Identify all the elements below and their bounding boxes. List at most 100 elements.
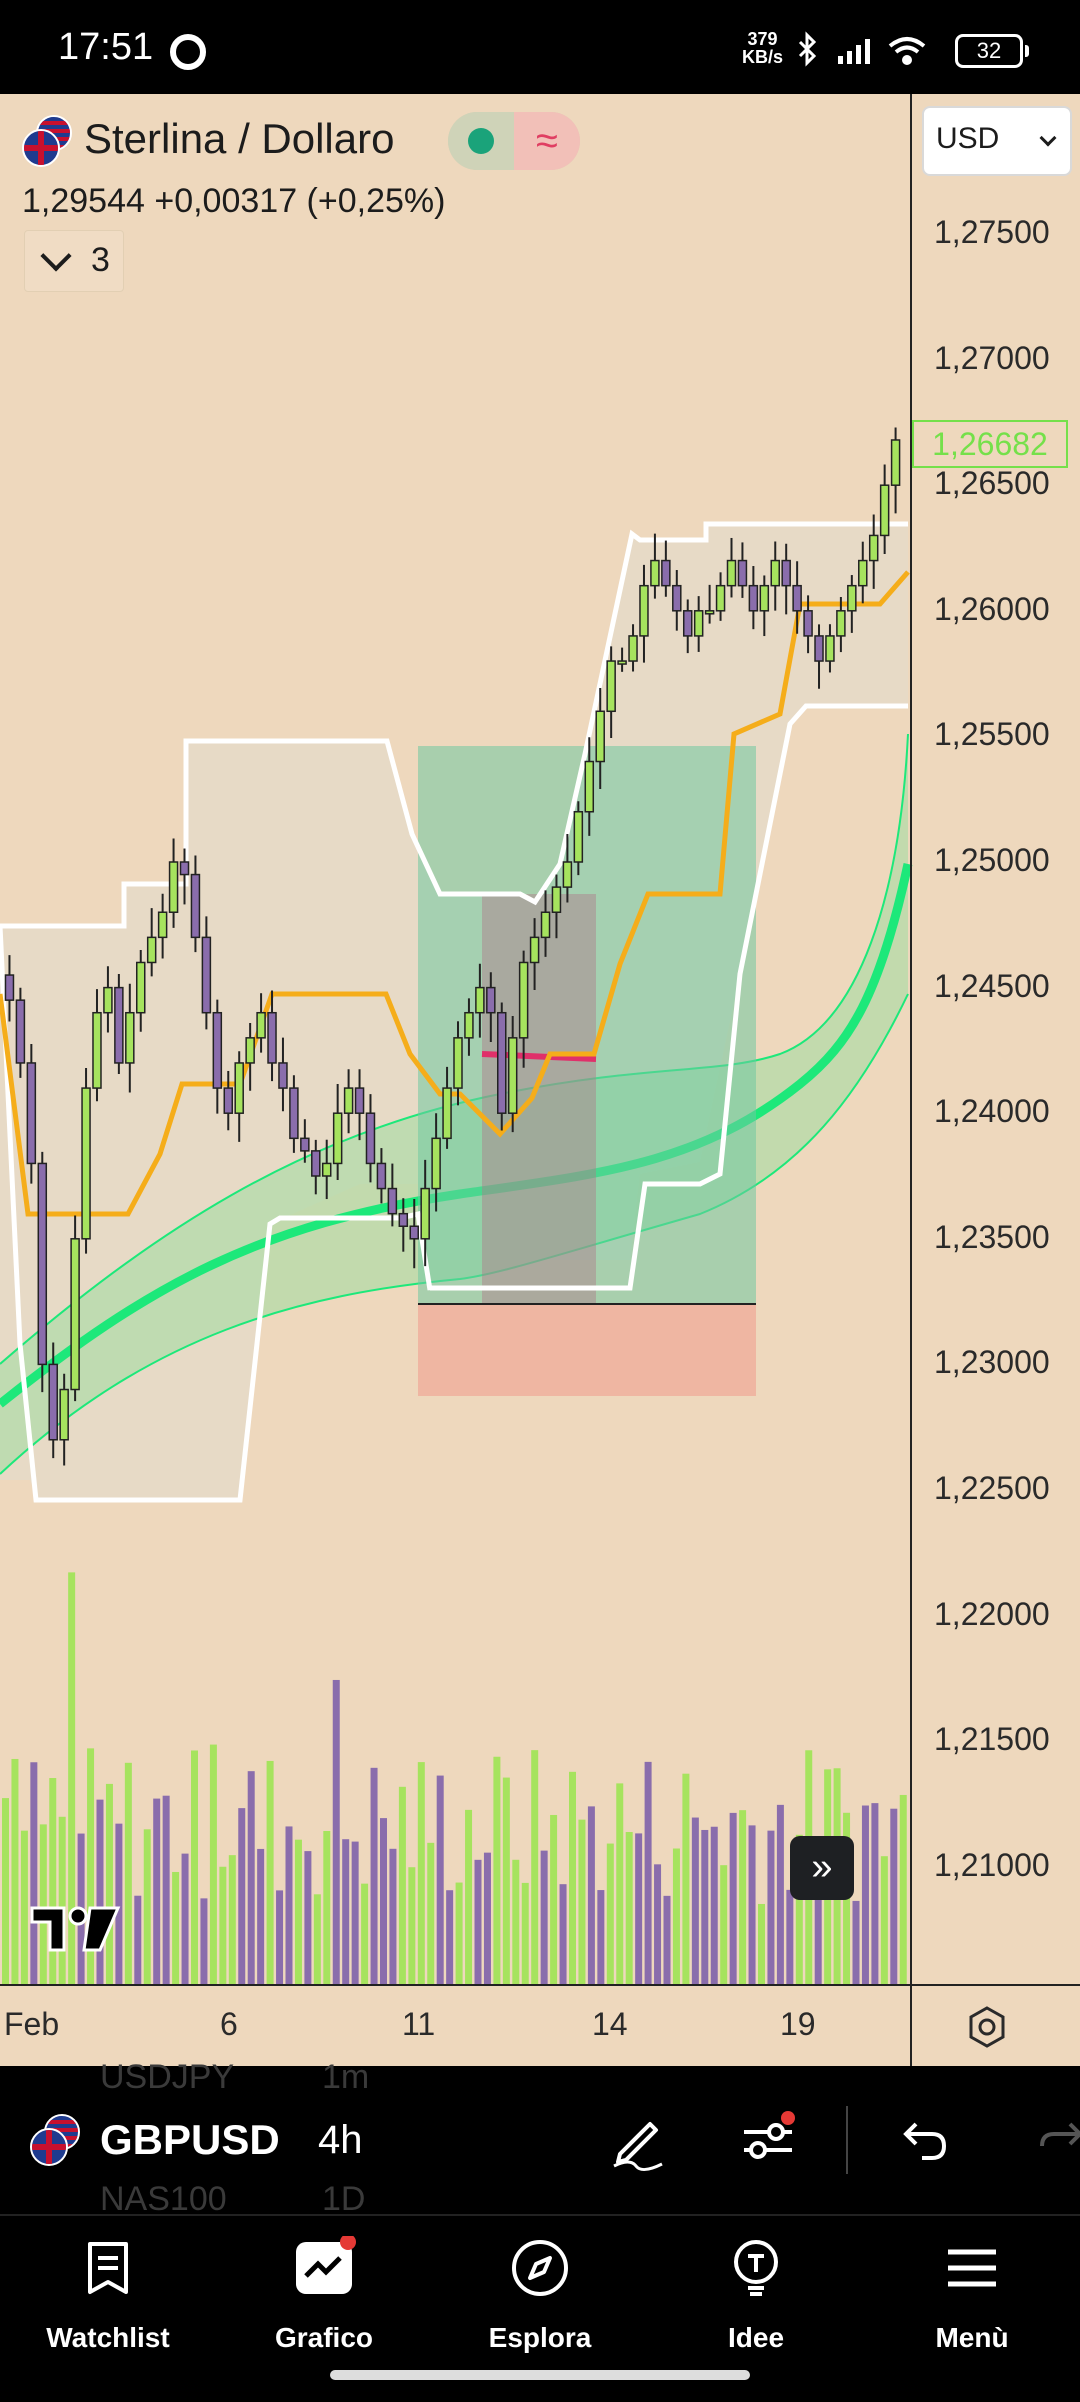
volume-bar bbox=[153, 1798, 161, 1984]
candle-body bbox=[879, 484, 890, 537]
candle-body bbox=[890, 439, 901, 486]
candle-body bbox=[212, 1011, 223, 1089]
price-axis-label: 1,24500 bbox=[934, 967, 1050, 1004]
volume-bar bbox=[672, 1848, 680, 1984]
candle-body bbox=[639, 584, 649, 637]
prev-interval[interactable]: 1m bbox=[322, 2058, 369, 2097]
volume-bar bbox=[323, 1831, 331, 1984]
candle-body bbox=[376, 1162, 387, 1190]
candle-body bbox=[661, 559, 671, 587]
candle-body bbox=[267, 1011, 277, 1064]
candle-body bbox=[475, 986, 485, 1014]
volume-bar bbox=[20, 1830, 28, 1984]
price-chart[interactable] bbox=[0, 94, 1080, 2066]
volume-bar bbox=[578, 1819, 586, 1984]
candle-body bbox=[168, 861, 179, 913]
volume-bar bbox=[446, 1890, 454, 1984]
volume-bar bbox=[625, 1832, 633, 1984]
volume-bar bbox=[58, 1816, 66, 1984]
candle-body bbox=[628, 635, 638, 662]
volume-bar bbox=[871, 1803, 879, 1984]
chart-settings-icon[interactable] bbox=[962, 2002, 1012, 2052]
candle-body bbox=[15, 999, 26, 1064]
nav-watchlist[interactable]: Watchlist bbox=[0, 2216, 216, 2376]
currency-select[interactable]: USD bbox=[922, 106, 1072, 176]
candle-body bbox=[4, 974, 15, 1001]
indicators-toggle-button[interactable]: 3 bbox=[24, 230, 124, 292]
price-axis-label: 1,22500 bbox=[934, 1470, 1050, 1506]
volume-bar bbox=[701, 1829, 709, 1984]
volume-bar bbox=[748, 1825, 756, 1984]
bluetooth-icon bbox=[798, 31, 817, 67]
candle-body bbox=[770, 559, 781, 587]
volume-bar bbox=[521, 1882, 529, 1984]
candle-body bbox=[343, 1087, 354, 1114]
time-axis[interactable]: Feb 6 11 14 19 bbox=[0, 1984, 1080, 2068]
time-label: 19 bbox=[780, 2006, 816, 2042]
compass-icon bbox=[512, 2240, 568, 2296]
gbp-usd-flag-icon bbox=[30, 2114, 80, 2166]
interval-selector[interactable]: 4h bbox=[318, 2118, 363, 2163]
chart-area[interactable]: Sterlina / Dollaro ≈ 1,29544 +0,00317 (+… bbox=[0, 94, 1080, 2066]
volume-bar bbox=[654, 1864, 662, 1984]
volume-bar bbox=[597, 1890, 605, 1984]
wifi-icon bbox=[888, 37, 926, 65]
price-axis-label: 1,21500 bbox=[934, 1721, 1050, 1758]
symbol-selector[interactable]: GBPUSD bbox=[100, 2116, 280, 2164]
candle-body bbox=[682, 610, 693, 637]
volume-bar bbox=[729, 1812, 737, 1984]
volume-bar bbox=[710, 1826, 718, 1984]
watchlist-icon bbox=[88, 2242, 128, 2294]
nav-label: Esplora bbox=[488, 2322, 592, 2353]
nav-idee[interactable]: Idee bbox=[648, 2216, 864, 2376]
candle-body bbox=[781, 559, 791, 587]
nav-grafico[interactable]: Grafico bbox=[216, 2216, 432, 2376]
volume-bar bbox=[531, 1750, 539, 1984]
candle-body bbox=[409, 1225, 419, 1240]
volume-bar bbox=[294, 1839, 302, 1984]
candle-body bbox=[81, 1087, 91, 1240]
volume-bar bbox=[257, 1848, 265, 1984]
sliders-icon[interactable] bbox=[736, 2108, 800, 2172]
candle-body bbox=[748, 584, 759, 612]
candle-body bbox=[201, 936, 212, 1014]
nav-esplora[interactable]: Esplora bbox=[432, 2216, 648, 2376]
volume-bar bbox=[691, 1817, 699, 1984]
candle-body bbox=[234, 1062, 244, 1114]
price-axis-label: 1,25500 bbox=[934, 716, 1050, 753]
price-axis-label: 1,21000 bbox=[934, 1846, 1050, 1883]
time-label: Feb bbox=[4, 2006, 60, 2042]
candle-body bbox=[814, 635, 824, 662]
market-status-pill[interactable]: ≈ bbox=[448, 112, 580, 170]
nav-menu[interactable]: Menù bbox=[864, 2216, 1080, 2376]
volume-bar bbox=[880, 1856, 888, 1984]
candle-body bbox=[278, 1062, 288, 1089]
volume-bar bbox=[663, 1895, 671, 1984]
candle-body bbox=[103, 986, 113, 1014]
symbol-toolbar: USDJPY 1m GBPUSD 4h NAS100 1D bbox=[0, 2058, 1080, 2218]
symbol-header[interactable]: Sterlina / Dollaro bbox=[22, 114, 394, 167]
lightbulb-icon bbox=[734, 2240, 778, 2296]
price-axis-label: 1,26000 bbox=[934, 590, 1050, 627]
redo-icon[interactable] bbox=[1030, 2108, 1080, 2172]
nav-label: Menù bbox=[935, 2322, 1009, 2353]
volume-bar bbox=[96, 1799, 104, 1984]
status-bar: 17:51 379 KB/s 32 bbox=[0, 0, 1080, 94]
pencil-icon[interactable] bbox=[606, 2108, 670, 2172]
nav-label: Watchlist bbox=[46, 2322, 170, 2353]
price-axis-label: 1,22000 bbox=[934, 1595, 1050, 1632]
delayed-data-icon: ≈ bbox=[514, 112, 580, 170]
nav-label: Idee bbox=[727, 2322, 785, 2353]
volume-bar bbox=[682, 1773, 690, 1984]
network-speed: 379 KB/s bbox=[742, 30, 783, 66]
prev-symbol[interactable]: USDJPY bbox=[100, 2058, 234, 2097]
price-axis-label: 1,24000 bbox=[934, 1093, 1050, 1130]
candle-body bbox=[442, 1087, 452, 1140]
volume-bar bbox=[342, 1839, 350, 1984]
volume-bar bbox=[398, 1786, 406, 1984]
undo-icon[interactable] bbox=[892, 2108, 956, 2172]
scroll-to-realtime-button[interactable]: » bbox=[790, 1836, 854, 1900]
volume-bar bbox=[209, 1744, 217, 1984]
candle-body bbox=[420, 1187, 430, 1240]
currency-value: USD bbox=[936, 122, 1000, 155]
